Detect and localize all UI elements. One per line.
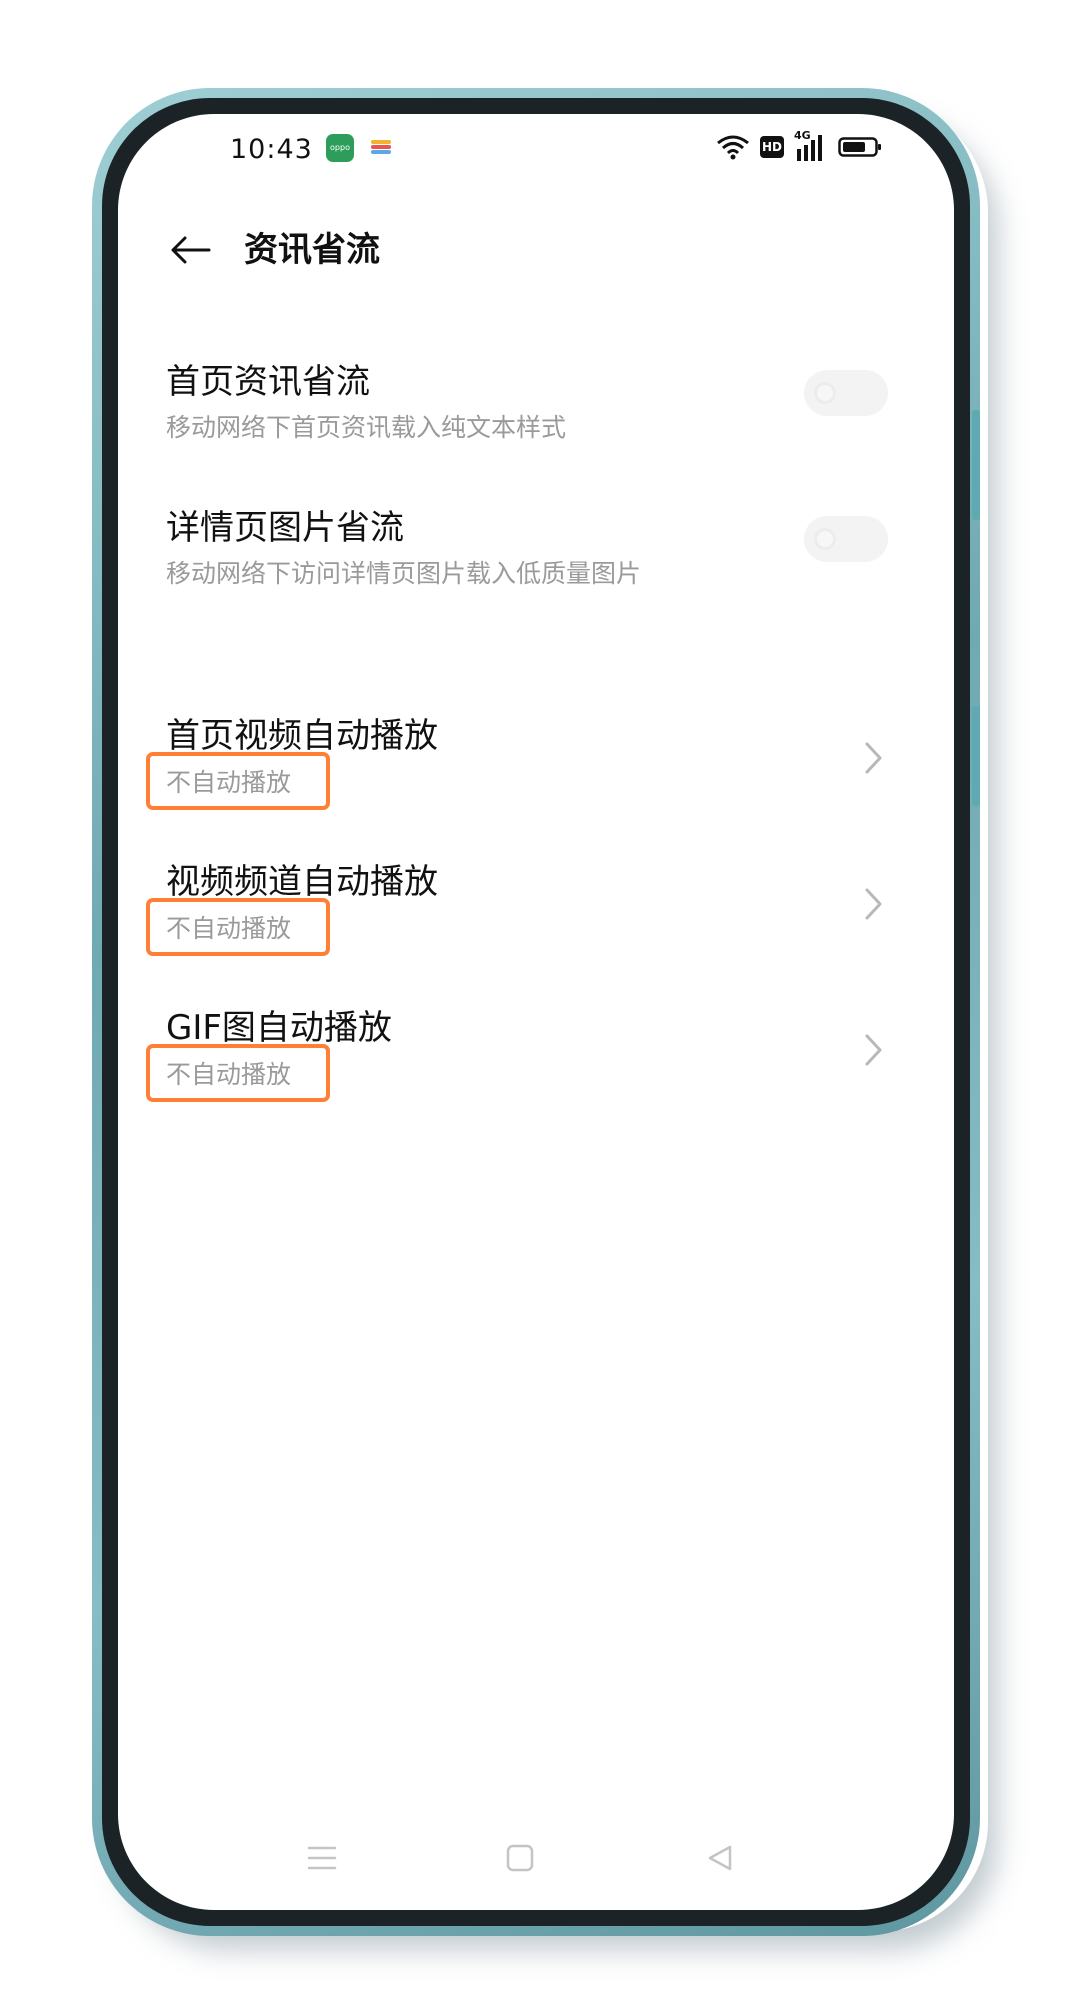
setting-row-home-news-saver[interactable]: 首页资讯省流 移动网络下首页资讯载入纯文本样式 — [118, 354, 954, 464]
toggle-knob — [814, 382, 836, 404]
navigation-bar — [118, 1828, 954, 1888]
setting-title: 视频频道自动播放 — [166, 862, 438, 902]
setting-row-gif-autoplay[interactable]: GIF图自动播放 不自动播放 — [118, 1000, 954, 1120]
home-square-icon — [506, 1844, 534, 1872]
menu-button[interactable] — [292, 1828, 352, 1888]
toggle-knob — [814, 528, 836, 550]
phone-screen: 10:43 oppo HD 4G 资讯省流 首页资讯省流 移动网络下首页资讯载入… — [118, 114, 954, 1910]
battery-icon — [838, 137, 881, 157]
page-title: 资讯省流 — [244, 230, 380, 270]
setting-row-video-channel-autoplay[interactable]: 视频频道自动播放 不自动播放 — [118, 854, 954, 974]
setting-subtitle: 移动网络下访问详情页图片载入低质量图片 — [166, 559, 642, 588]
hd-icon: HD — [760, 136, 784, 158]
app-notification-icon — [371, 140, 391, 154]
setting-title: 首页视频自动播放 — [166, 716, 438, 756]
setting-row-home-video-autoplay[interactable]: 首页视频自动播放 不自动播放 — [118, 708, 954, 828]
arrow-left-icon — [171, 236, 211, 264]
canvas: 10:43 oppo HD 4G 资讯省流 首页资讯省流 移动网络下首页资讯载入… — [0, 0, 1080, 2005]
oppo-app-icon: oppo — [326, 134, 354, 162]
power-button — [972, 706, 980, 806]
chevron-right-icon — [865, 888, 882, 920]
setting-row-detail-image-saver[interactable]: 详情页图片省流 移动网络下访问详情页图片载入低质量图片 — [118, 500, 954, 610]
setting-subtitle: 移动网络下首页资讯载入纯文本样式 — [166, 413, 567, 442]
wifi-icon — [717, 135, 749, 160]
back-triangle-icon — [708, 1845, 732, 1871]
chevron-right-icon — [865, 742, 882, 774]
setting-title: GIF图自动播放 — [166, 1008, 392, 1048]
4g-signal-icon: 4G — [794, 129, 828, 163]
setting-title: 首页资讯省流 — [166, 362, 370, 402]
back-button[interactable] — [158, 218, 222, 282]
volume-button — [972, 410, 980, 520]
home-news-saver-toggle[interactable] — [804, 370, 888, 416]
detail-image-saver-toggle[interactable] — [804, 516, 888, 562]
chevron-right-icon — [865, 1034, 882, 1066]
status-icons: HD 4G — [716, 129, 882, 164]
status-time: 10:43 — [230, 134, 313, 165]
setting-value: 不自动播放 — [166, 914, 292, 943]
setting-value: 不自动播放 — [166, 1060, 292, 1089]
home-button[interactable] — [490, 1828, 550, 1888]
nav-back-button[interactable] — [690, 1828, 750, 1888]
menu-icon — [307, 1846, 337, 1870]
setting-title: 详情页图片省流 — [166, 508, 404, 548]
setting-value: 不自动播放 — [166, 768, 292, 797]
